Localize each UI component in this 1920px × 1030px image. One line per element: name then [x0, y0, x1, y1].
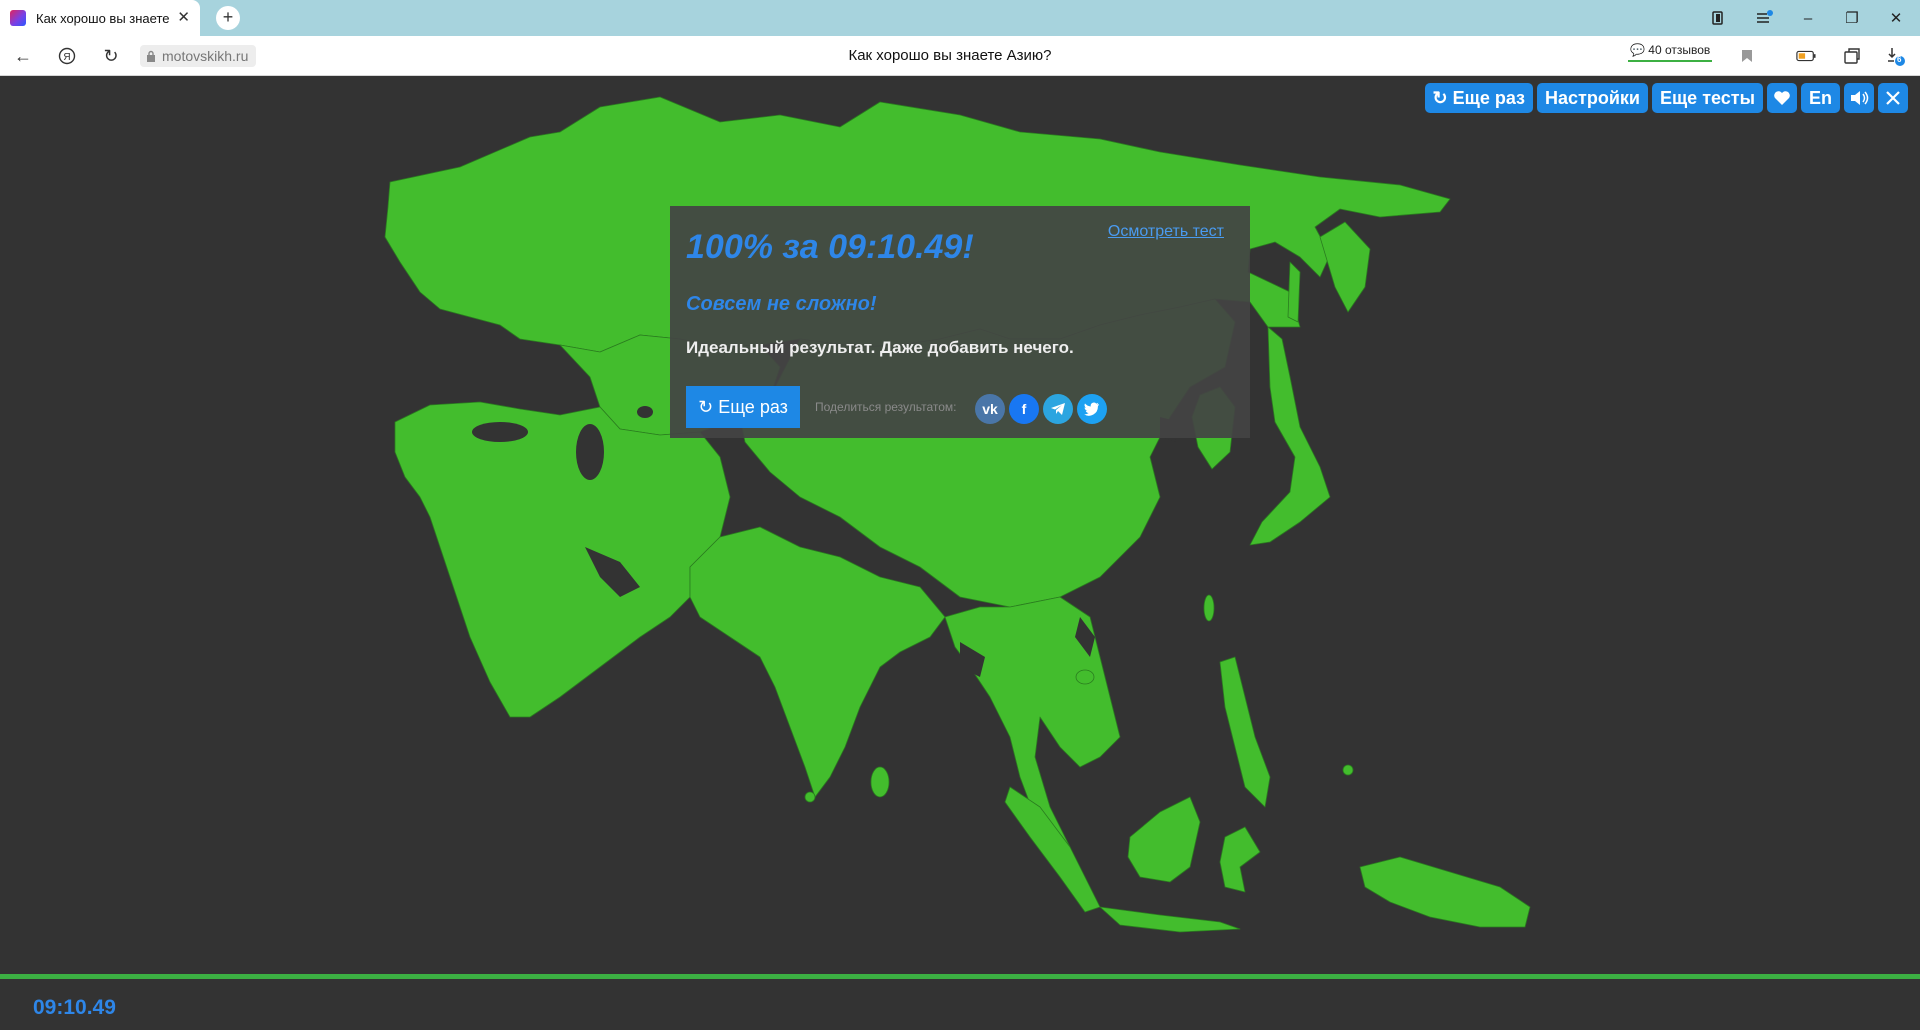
- tab-close-icon[interactable]: ✕: [177, 8, 190, 26]
- site-favicon-icon: [10, 10, 26, 26]
- heart-icon[interactable]: [1766, 83, 1797, 113]
- region-middle-east[interactable]: [394, 401, 731, 718]
- caspian-sea: [576, 424, 604, 480]
- twitter-share-icon[interactable]: [1077, 394, 1107, 424]
- extensions-icon[interactable]: [1842, 46, 1862, 66]
- region-new-guinea[interactable]: [1359, 856, 1531, 928]
- browser-tab-bar: Как хорошо вы знаете ✕ + – ❐ ✕: [0, 0, 1920, 36]
- close-window-icon[interactable]: ✕: [1874, 0, 1918, 36]
- progress-bar: [0, 974, 1920, 979]
- region-taiwan[interactable]: [1203, 594, 1215, 622]
- region-sulawesi[interactable]: [1219, 826, 1261, 893]
- region-sumatra[interactable]: [1004, 786, 1101, 913]
- bookmark-icon[interactable]: [1737, 46, 1757, 66]
- black-sea: [472, 422, 528, 442]
- downloads-badge: 6: [1897, 55, 1902, 64]
- region-india[interactable]: [689, 526, 946, 798]
- top-toolbar: ↻ Еще раз Настройки Еще тесты En: [1424, 83, 1908, 113]
- browser-tab[interactable]: Как хорошо вы знаете ✕: [0, 0, 200, 36]
- retry-button[interactable]: ↻ Еще раз: [686, 386, 800, 428]
- language-button[interactable]: En: [1800, 83, 1840, 113]
- aral-sea: [637, 406, 653, 418]
- tab-menu-icon[interactable]: [1742, 0, 1786, 36]
- telegram-share-icon[interactable]: [1043, 394, 1073, 424]
- more-tests-button[interactable]: Еще тесты: [1651, 83, 1763, 113]
- vk-share-icon[interactable]: vk: [975, 394, 1005, 424]
- region-kamchatka[interactable]: [1319, 221, 1371, 313]
- collections-icon[interactable]: [1696, 0, 1740, 36]
- tab-title: Как хорошо вы знаете: [36, 10, 170, 26]
- close-icon[interactable]: [1878, 83, 1908, 113]
- downloads-icon[interactable]: 6: [1886, 46, 1906, 66]
- score-text: 100% за 09:10.49!: [686, 228, 974, 266]
- sound-icon[interactable]: [1844, 83, 1874, 113]
- region-borneo[interactable]: [1127, 796, 1201, 883]
- settings-button[interactable]: Настройки: [1537, 83, 1648, 113]
- result-panel: 100% за 09:10.49! Осмотреть тест Совсем …: [670, 206, 1250, 438]
- reviews-button[interactable]: 💬 40 отзывов: [1628, 43, 1713, 62]
- battery-icon[interactable]: [1796, 46, 1816, 66]
- restore-icon[interactable]: ❐: [1830, 0, 1874, 36]
- facebook-share-icon[interactable]: f: [1009, 394, 1039, 424]
- page-title: Как хорошо вы знаете Азию?: [848, 47, 1052, 64]
- retry-top-button[interactable]: ↻ Еще раз: [1424, 83, 1534, 113]
- quiz-page: ↻ Еще раз Настройки Еще тесты En 100% за…: [0, 77, 1920, 1030]
- minimize-icon[interactable]: –: [1786, 0, 1830, 36]
- share-label: Поделиться результатом:: [815, 400, 957, 414]
- address-bar: ← Я ↻ motovskikh.ru Как хорошо вы знаете…: [0, 36, 1920, 76]
- comment-text: Идеальный результат. Даже добавить нечег…: [686, 338, 1074, 357]
- region-hainan[interactable]: [1075, 669, 1095, 685]
- region-java[interactable]: [1099, 906, 1241, 933]
- review-test-link[interactable]: Осмотреть тест: [1108, 223, 1224, 241]
- verdict-text: Совсем не сложно!: [686, 293, 877, 315]
- region-japan[interactable]: [1249, 326, 1331, 546]
- region-sakhalin[interactable]: [1287, 261, 1301, 323]
- region-philippines[interactable]: [1219, 656, 1271, 808]
- comment-icon: 💬: [1630, 43, 1645, 57]
- timer-display: 09:10.49: [33, 996, 116, 1019]
- region-palau[interactable]: [1342, 764, 1354, 776]
- new-tab-button[interactable]: +: [216, 6, 240, 30]
- region-maldives[interactable]: [804, 791, 816, 803]
- reviews-count: 40 отзывов: [1648, 43, 1711, 57]
- region-sri-lanka[interactable]: [870, 766, 890, 798]
